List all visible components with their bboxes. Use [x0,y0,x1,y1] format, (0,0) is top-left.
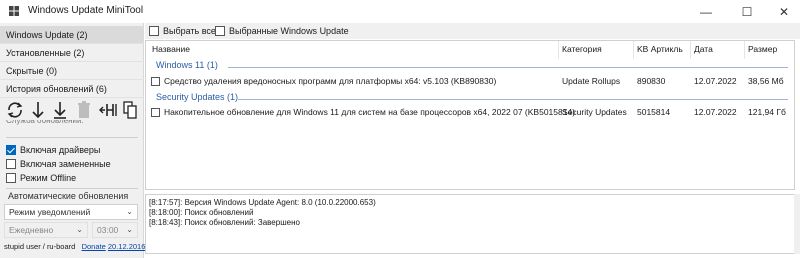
author-label: stupid user / ru-board [4,242,76,251]
selection-bar: Выбрать все Выбранные Windows Update [145,23,800,39]
sidebar-item-windows-update[interactable]: Windows Update (2) [0,26,144,44]
column-separator[interactable] [633,41,634,59]
update-name: Накопительное обновление для Windows 11 … [164,107,576,117]
refresh-icon[interactable] [6,99,24,121]
sidebar: Windows Update (2) Установленные (2) Скр… [0,23,144,258]
sidebar-item-history[interactable]: История обновлений (6) [0,80,144,98]
column-header-date[interactable]: Дата [694,44,713,54]
group-divider [228,67,788,68]
option-superseded[interactable]: Включая замененные [6,157,111,171]
update-size: 38,56 Мб [748,76,784,86]
offline-checkbox[interactable] [6,173,16,183]
select-all[interactable]: Выбрать все [149,26,216,36]
option-offline[interactable]: Режим Offline [6,171,76,185]
option-drivers[interactable]: Включая драйверы [6,143,100,157]
column-separator[interactable] [744,41,745,59]
update-category: Update Rollups [562,76,621,86]
update-kb: 890830 [637,76,666,86]
footer: stupid user / ru-board Donate 20.12.2016 [4,242,145,251]
divider [6,188,138,189]
close-icon: ✕ [778,4,790,19]
update-kb: 5015814 [637,107,671,117]
updates-table: Название Категория KB Артикль Дата Разме… [145,40,795,190]
service-status-text: Служба обновлений: [6,120,84,125]
chevron-down-icon: ⌄ [126,207,133,216]
update-size: 121,94 Гб [748,107,786,117]
download-icon[interactable] [30,99,46,121]
table-row[interactable]: Накопительное обновление для Windows 11 … [146,105,794,121]
minimize-button[interactable]: — [690,0,722,23]
sidebar-item-hidden[interactable]: Скрытые (0) [0,62,144,80]
schedule-time-value: 03:00 [97,225,119,235]
date-link[interactable]: 20.12.2016 [108,242,146,251]
mode-select[interactable]: Режим уведомлений ⌄ [4,204,138,220]
option-offline-label: Режим Offline [20,173,77,183]
group-header-security[interactable]: Security Updates (1) [156,92,238,106]
superseded-checkbox[interactable] [6,159,16,169]
divider [6,137,138,138]
row-checkbox[interactable] [151,108,160,117]
close-button[interactable]: ✕ [768,0,800,23]
install-icon[interactable] [52,99,68,121]
group-header-windows11[interactable]: Windows 11 (1) [156,60,218,74]
app-icon [8,5,20,17]
column-header-kb[interactable]: KB Артикль [637,44,683,54]
select-all-checkbox[interactable] [149,26,159,36]
selected-updates-checkbox[interactable] [215,26,225,36]
schedule-day-value: Ежедневно [9,225,54,235]
column-separator[interactable] [690,41,691,59]
log-line: [8:17:57]: Версия Windows Update Agent: … [149,198,376,207]
column-header-name[interactable]: Название [152,44,190,54]
donate-link[interactable]: Donate [82,242,106,251]
update-date: 12.07.2022 [694,76,737,86]
option-superseded-label: Включая замененные [20,159,111,169]
log-panel[interactable]: [8:17:57]: Версия Windows Update Agent: … [145,194,795,254]
column-header-size[interactable]: Размер [748,44,777,54]
delete-icon[interactable] [76,99,92,121]
schedule-time-select[interactable]: 03:00 ⌄ [92,222,138,238]
maximize-icon: ☐ [741,4,753,19]
maximize-button[interactable]: ☐ [731,0,763,23]
chevron-down-icon: ⌄ [126,225,133,234]
column-header-category[interactable]: Категория [562,44,602,54]
log-line: [8:18:00]: Поиск обновлений [149,208,254,217]
sidebar-item-installed[interactable]: Установленные (2) [0,44,144,62]
selected-updates[interactable]: Выбранные Windows Update [215,26,349,36]
column-separator[interactable] [558,41,559,59]
title-bar: Windows Update MiniTool — ☐ ✕ [0,0,800,23]
mode-select-value: Режим уведомлений [9,207,91,217]
drivers-checkbox[interactable] [6,145,16,155]
minimize-icon: — [700,4,712,19]
row-checkbox[interactable] [151,77,160,86]
group-divider [238,99,788,100]
update-date: 12.07.2022 [694,107,737,117]
window-title: Windows Update MiniTool [28,5,144,16]
copy-icon[interactable] [122,99,138,121]
update-category: Security Updates [562,107,627,117]
option-drivers-label: Включая драйверы [20,145,101,155]
log-line: [8:18:43]: Поиск обновлений: Завершено [149,218,300,227]
update-name: Средство удаления вредоносных программ д… [164,76,497,86]
window-edge [794,194,800,254]
chevron-down-icon: ⌄ [76,225,83,234]
table-row[interactable]: Средство удаления вредоносных программ д… [146,74,794,90]
hide-icon[interactable] [98,99,118,121]
select-all-label: Выбрать все [163,26,216,36]
schedule-day-select[interactable]: Ежедневно ⌄ [4,222,88,238]
selected-updates-label: Выбранные Windows Update [229,26,349,36]
auto-updates-label: Автоматические обновления [8,191,129,201]
